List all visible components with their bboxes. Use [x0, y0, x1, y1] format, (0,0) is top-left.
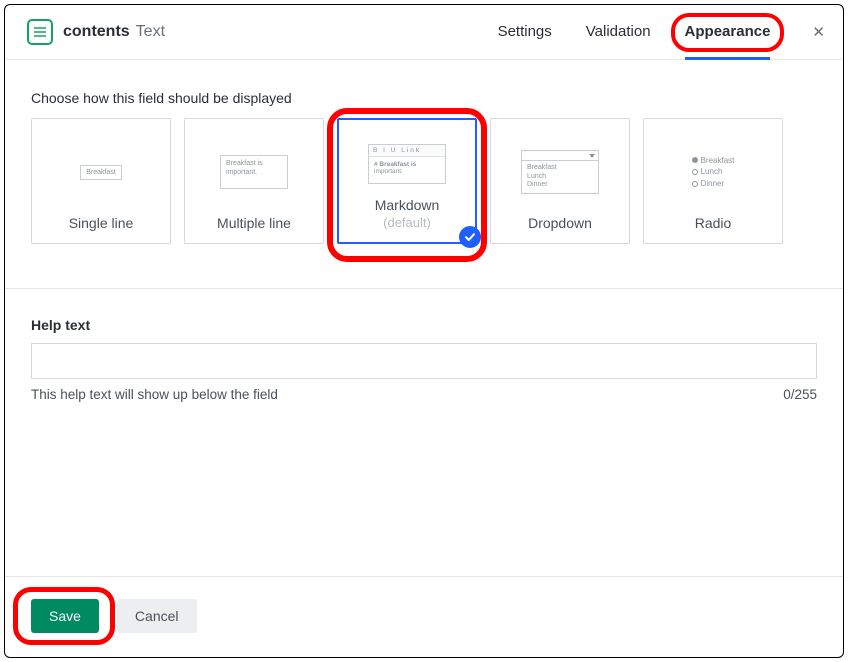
preview-radio-item: Lunch: [701, 166, 723, 178]
preview-md-body: # Breakfast is important.: [369, 157, 445, 183]
preview-select-bar: [522, 151, 598, 161]
tab-settings[interactable]: Settings: [498, 23, 552, 42]
modal-body: Choose how this field should be displaye…: [5, 60, 843, 576]
option-label: Single line: [69, 215, 134, 231]
help-text-hint: This help text will show up below the fi…: [31, 387, 278, 402]
preview-markdown: B I U Link # Breakfast is important.: [368, 144, 446, 184]
cancel-button[interactable]: Cancel: [117, 599, 197, 633]
field-settings-modal: contents Text Settings Validation Appear…: [4, 4, 844, 658]
section-divider: [5, 288, 843, 289]
preview-md-line: important.: [374, 168, 440, 175]
tab-active-indicator: [685, 57, 771, 60]
save-button[interactable]: Save: [31, 599, 99, 633]
help-text-label: Help text: [31, 317, 817, 333]
help-text-footer: This help text will show up below the fi…: [31, 387, 817, 402]
preview-select-item: Breakfast: [527, 164, 593, 173]
preview-textarea: Breakfast is important.: [220, 155, 288, 189]
text-field-icon: [27, 19, 53, 45]
option-label: Dropdown: [528, 215, 592, 231]
radio-bullet-icon: [692, 169, 698, 175]
option-markdown[interactable]: B I U Link # Breakfast is important. Mar…: [337, 118, 477, 244]
radio-bullet-icon: [692, 181, 698, 187]
option-label: Markdown: [375, 197, 440, 213]
option-preview: Breakfast is important.: [191, 129, 317, 215]
preview-md-toolbar: B I U Link: [369, 145, 445, 157]
option-label: Radio: [695, 215, 732, 231]
tab-appearance[interactable]: Appearance: [685, 23, 771, 42]
selected-check-icon: [459, 226, 481, 248]
preview-md-line: # Breakfast is: [374, 161, 440, 168]
option-single-line[interactable]: Breakfast Single line: [31, 118, 171, 244]
preview-radio-group: Breakfast Lunch Dinner: [692, 155, 735, 190]
field-name: contents: [63, 23, 130, 41]
option-preview: Breakfast: [38, 129, 164, 215]
option-preview: Breakfast Lunch Dinner: [497, 129, 623, 215]
modal-footer: Save Cancel: [5, 576, 843, 657]
option-dropdown[interactable]: Breakfast Lunch Dinner Dropdown: [490, 118, 630, 244]
option-multiple-line[interactable]: Breakfast is important. Multiple line: [184, 118, 324, 244]
display-options: Breakfast Single line Breakfast is impor…: [31, 118, 817, 244]
help-text-counter: 0/255: [783, 387, 817, 402]
field-type: Text: [136, 23, 165, 41]
modal-header: contents Text Settings Validation Appear…: [5, 5, 843, 60]
radio-bullet-icon: [692, 157, 698, 163]
preview-select: Breakfast Lunch Dinner: [521, 150, 599, 194]
tab-appearance-wrapper: Appearance: [685, 23, 771, 42]
option-preview: Breakfast Lunch Dinner: [650, 129, 776, 215]
option-label: Multiple line: [217, 215, 291, 231]
preview-select-options: Breakfast Lunch Dinner: [522, 161, 598, 193]
option-preview: B I U Link # Breakfast is important.: [345, 130, 469, 197]
appearance-prompt: Choose how this field should be displaye…: [31, 90, 817, 106]
preview-radio-item: Breakfast: [701, 155, 735, 167]
help-text-input[interactable]: [31, 343, 817, 379]
close-icon[interactable]: ✕: [812, 23, 825, 41]
option-radio[interactable]: Breakfast Lunch Dinner Radio: [643, 118, 783, 244]
preview-select-item: Lunch: [527, 173, 593, 182]
tab-validation[interactable]: Validation: [586, 23, 651, 42]
preview-select-item: Dinner: [527, 181, 593, 190]
save-button-wrapper: Save: [31, 599, 99, 633]
preview-radio-item: Dinner: [701, 178, 725, 190]
preview-input: Breakfast: [80, 165, 122, 180]
tab-bar: Settings Validation Appearance ✕: [498, 23, 825, 42]
option-sublabel: (default): [383, 215, 431, 230]
